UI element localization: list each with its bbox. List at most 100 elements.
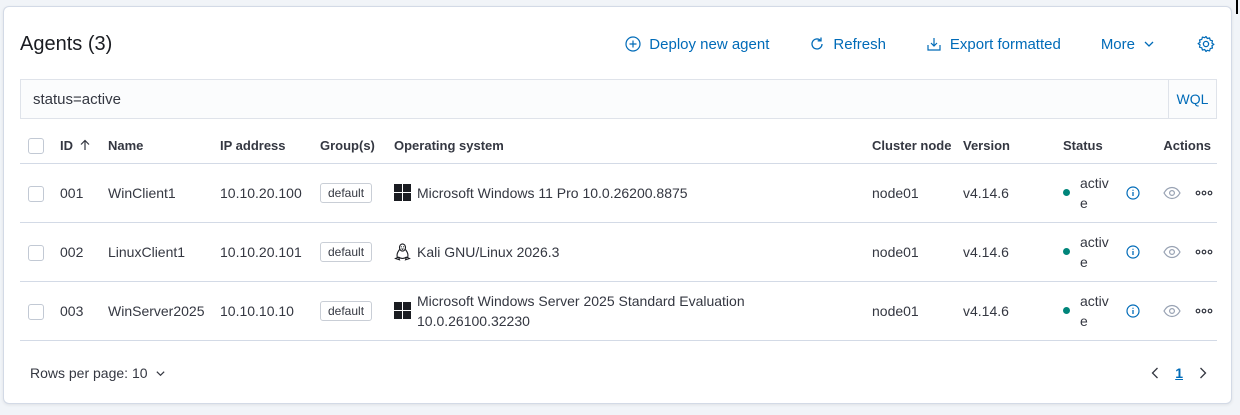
select-all-checkbox[interactable] (28, 138, 44, 155)
column-header-ip[interactable]: IP address (216, 129, 316, 164)
wql-toggle-button[interactable]: WQL (1168, 80, 1216, 118)
ellipsis-icon (1195, 308, 1213, 313)
status-dot (1063, 307, 1070, 314)
agent-id: 001 (56, 163, 104, 223)
agent-name: WinClient1 (104, 163, 216, 223)
column-header-actions: Actions (1145, 129, 1217, 164)
header-actions: Deploy new agent Refresh Export formatte… (585, 35, 1215, 53)
column-header-cluster-node[interactable]: Cluster node (868, 129, 959, 164)
column-header-version[interactable]: Version (959, 129, 1059, 164)
more-actions-button[interactable] (1195, 190, 1213, 196)
export-formatted-label: Export formatted (949, 35, 1061, 53)
windows-icon (394, 302, 411, 319)
export-formatted-button[interactable]: Export formatted (926, 36, 1061, 53)
agent-id: 002 (56, 222, 104, 282)
agent-os: Kali GNU/Linux 2026.3 (417, 243, 560, 260)
column-header-groups[interactable]: Group(s) (316, 129, 390, 164)
agent-os-cell: Microsoft Windows 11 Pro 10.0.26200.8875 (390, 163, 868, 223)
row-checkbox[interactable] (28, 244, 44, 261)
panel-header: Agents (3) Deploy new agent Refresh Expo… (20, 27, 1215, 61)
table-header-row: ID Name IP address Group(s) Operating sy… (20, 129, 1217, 164)
agent-id: 003 (56, 281, 104, 341)
row-actions-cell (1145, 163, 1217, 223)
eye-icon (1163, 304, 1181, 317)
row-checkbox[interactable] (28, 303, 44, 320)
agent-os: Microsoft Windows 11 Pro 10.0.26200.8875 (417, 184, 688, 201)
agent-os-cell: Kali GNU/Linux 2026.3 (390, 222, 868, 282)
view-agent-button[interactable] (1163, 186, 1181, 200)
table-footer: Rows per page: 10 1 (30, 363, 1209, 383)
status-badge: active (1080, 233, 1109, 270)
windows-icon (394, 184, 411, 201)
refresh-icon (811, 37, 824, 50)
column-header-name[interactable]: Name (104, 129, 216, 164)
status-info-button[interactable] (1126, 244, 1140, 259)
column-header-id[interactable]: ID (56, 129, 104, 164)
agent-version: v4.14.6 (959, 163, 1059, 223)
agent-ip: 10.10.20.101 (216, 222, 316, 282)
status-dot (1063, 189, 1070, 196)
agent-ip: 10.10.10.10 (216, 281, 316, 341)
agent-groups-cell: default (316, 222, 390, 282)
agent-status-cell: active (1059, 222, 1145, 282)
group-badge[interactable]: default (320, 242, 373, 262)
deploy-new-agent-button[interactable]: Deploy new agent (625, 36, 769, 53)
info-icon (1126, 244, 1140, 259)
status-info-button[interactable] (1126, 303, 1140, 318)
agent-status-cell: active (1059, 163, 1145, 223)
agent-status-cell: active (1059, 281, 1145, 341)
row-checkbox[interactable] (28, 185, 44, 202)
next-page-button[interactable] (1197, 366, 1209, 380)
deploy-new-agent-label: Deploy new agent (649, 35, 770, 53)
search-bar: WQL (20, 79, 1217, 119)
search-input[interactable] (21, 80, 1168, 118)
refresh-button[interactable]: Refresh (809, 36, 886, 53)
agent-cluster-node: node01 (868, 163, 959, 223)
chevron-left-icon (1151, 367, 1159, 379)
row-actions-cell (1145, 281, 1217, 341)
status-dot (1063, 248, 1070, 255)
sort-ascending-icon (80, 139, 90, 151)
row-select-cell (20, 163, 56, 223)
gear-icon (1197, 35, 1215, 53)
table-row[interactable]: 002 LinuxClient1 10.10.20.101 default Ka… (20, 222, 1217, 282)
pagination: 1 (1149, 365, 1209, 381)
table-row[interactable]: 003 WinServer2025 10.10.10.10 default Mi… (20, 281, 1217, 341)
group-badge[interactable]: default (320, 183, 373, 203)
agent-cluster-node: node01 (868, 222, 959, 282)
group-badge[interactable]: default (320, 301, 373, 321)
row-select-cell (20, 222, 56, 282)
agent-name: LinuxClient1 (104, 222, 216, 282)
ellipsis-icon (1195, 190, 1213, 195)
more-actions-button[interactable] (1195, 249, 1213, 255)
agent-os: Microsoft Windows Server 2025 Standard E… (417, 292, 745, 329)
agent-os-cell: Microsoft Windows Server 2025 Standard E… (390, 281, 868, 341)
rows-per-page-button[interactable]: Rows per page: 10 (30, 365, 166, 381)
table-row[interactable]: 001 WinClient1 10.10.20.100 default Micr… (20, 163, 1217, 223)
status-info-button[interactable] (1126, 185, 1140, 200)
agent-name: WinServer2025 (104, 281, 216, 341)
column-header-os[interactable]: Operating system (390, 129, 868, 164)
page-number-button[interactable]: 1 (1175, 365, 1183, 381)
agents-table: ID Name IP address Group(s) Operating sy… (20, 129, 1217, 341)
more-actions-button[interactable] (1195, 308, 1213, 314)
agent-groups-cell: default (316, 163, 390, 223)
more-button[interactable]: More (1101, 36, 1155, 53)
view-agent-button[interactable] (1163, 304, 1181, 318)
previous-page-button[interactable] (1149, 366, 1161, 380)
plus-circle-icon (625, 36, 641, 52)
column-header-status[interactable]: Status (1059, 129, 1145, 164)
status-badge: active (1080, 174, 1109, 211)
settings-button[interactable] (1197, 35, 1215, 53)
eye-icon (1163, 186, 1181, 199)
view-agent-button[interactable] (1163, 245, 1181, 259)
agent-cluster-node: node01 (868, 281, 959, 341)
row-select-cell (20, 281, 56, 341)
agents-panel: Agents (3) Deploy new agent Refresh Expo… (3, 6, 1232, 404)
chevron-down-icon (1144, 41, 1154, 47)
info-icon (1126, 303, 1140, 318)
ellipsis-icon (1195, 249, 1213, 254)
page-title: Agents (3) (20, 32, 113, 55)
text-cursor (1236, 0, 1238, 14)
linux-icon (394, 242, 411, 261)
